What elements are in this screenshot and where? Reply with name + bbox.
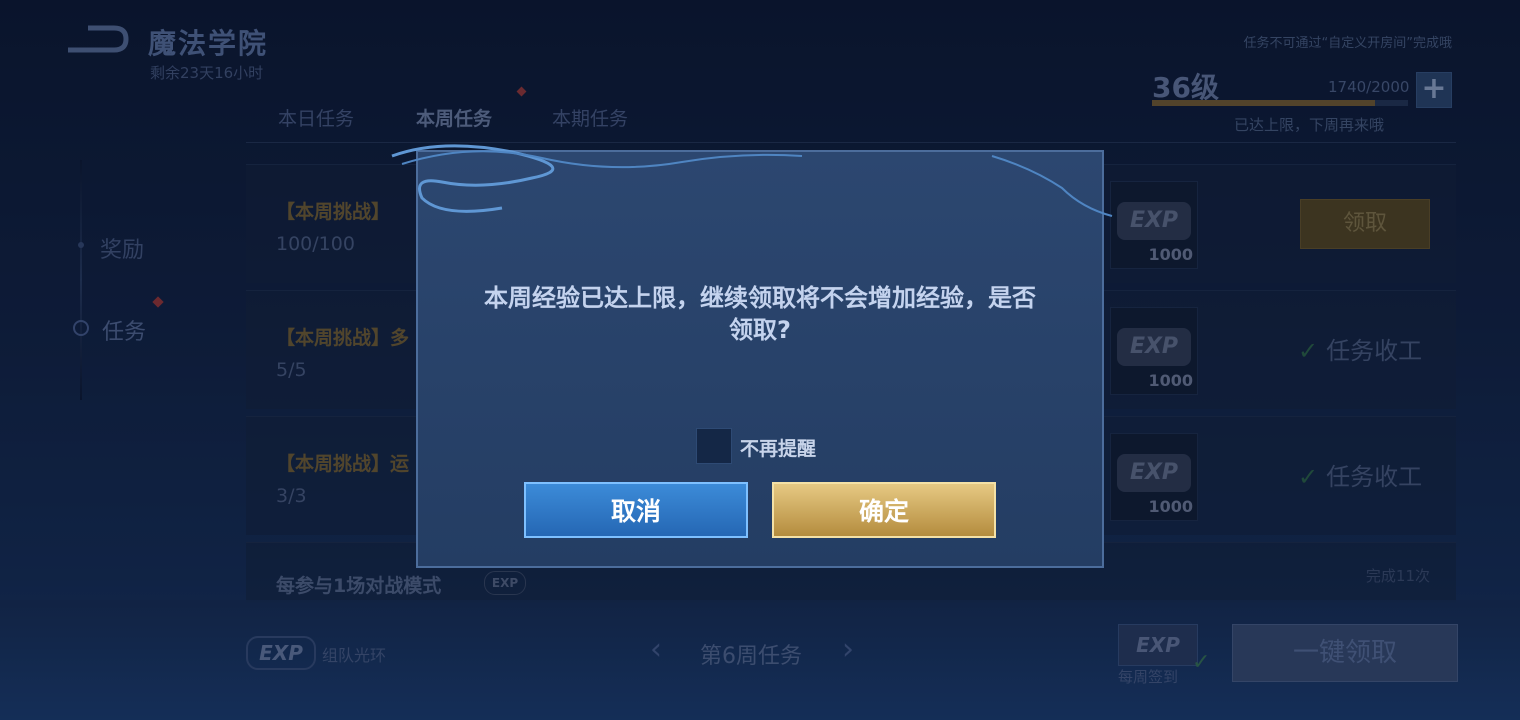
confirm-button[interactable]: 确定	[772, 482, 996, 538]
decorative-swirl-icon	[391, 144, 1113, 217]
cancel-button[interactable]: 取消	[524, 482, 748, 538]
dont-remind-label[interactable]: 不再提醒	[740, 434, 816, 461]
dont-remind-checkbox[interactable]	[696, 428, 732, 464]
dialog-message: 本周经验已达上限，继续领取将不会增加经验，是否领取?	[484, 284, 1036, 344]
